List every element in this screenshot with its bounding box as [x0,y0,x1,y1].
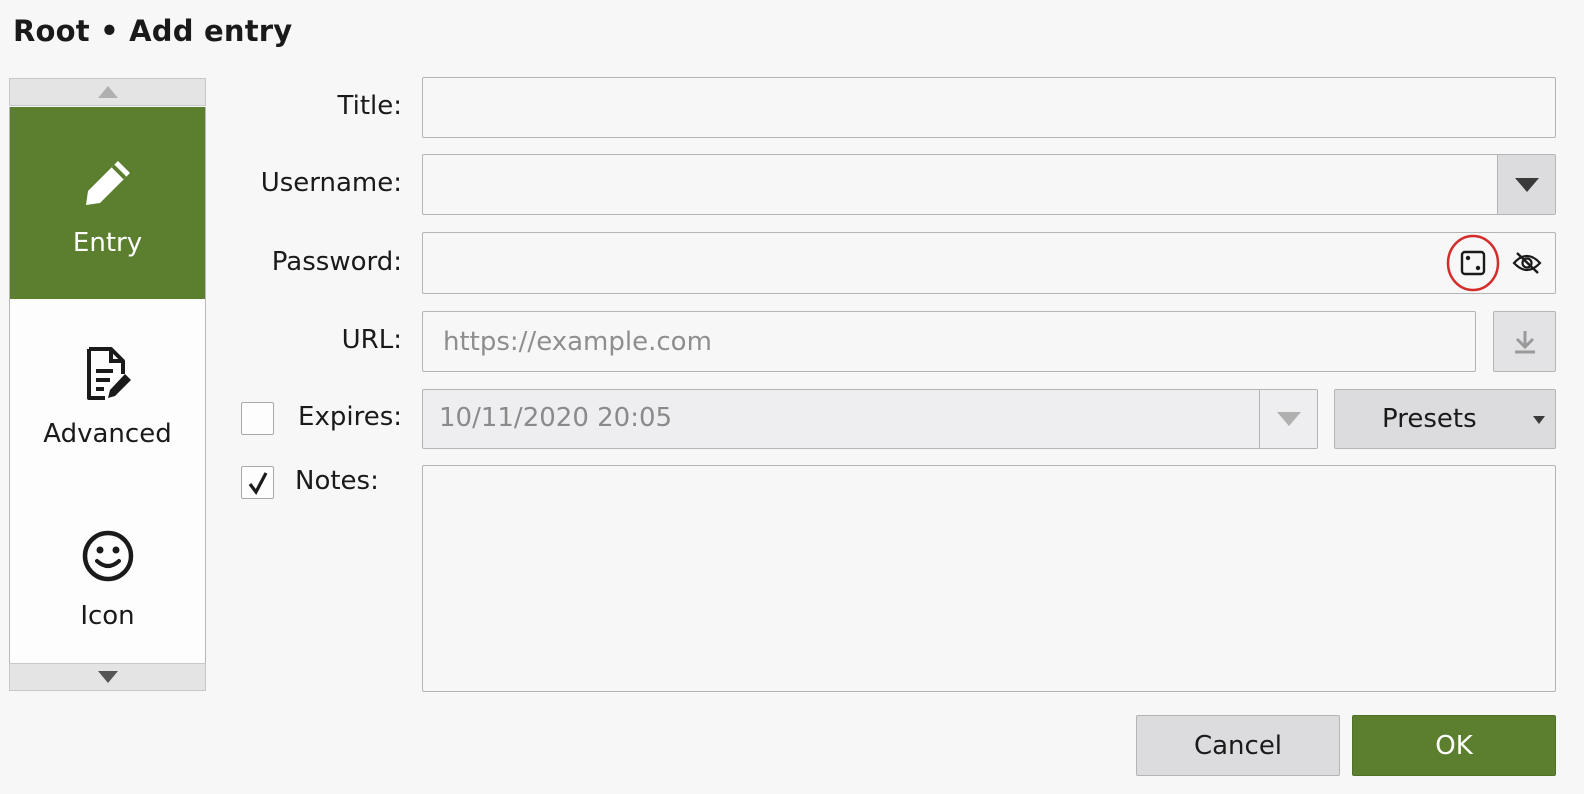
notes-label: Notes: [295,466,379,496]
title-label: Title: [337,91,402,121]
sidebar-item-entry[interactable]: Entry [10,107,205,299]
eye-slash-icon [1512,252,1542,274]
expires-label: Expires: [298,402,402,432]
title-field[interactable] [422,77,1556,138]
ok-button[interactable]: OK [1352,715,1556,776]
username-label: Username: [260,168,402,198]
sidebar-scroll-up-button[interactable] [9,78,206,106]
checkmark-icon [248,471,267,495]
expires-datetime-field[interactable]: 10/11/2020 20:05 [422,389,1318,449]
notes-field[interactable] [422,465,1556,692]
presets-label: Presets [1382,404,1477,434]
expires-checkbox[interactable] [241,402,274,435]
notes-textarea[interactable] [423,466,1555,691]
username-dropdown-button[interactable] [1497,155,1555,214]
download-icon [1514,330,1535,353]
pencil-icon [82,148,134,218]
url-input[interactable] [423,312,1475,371]
sidebar-item-advanced[interactable]: Advanced [10,299,205,489]
expires-dropdown-button[interactable] [1259,390,1317,448]
sidebar-scroll-down-button[interactable] [9,663,206,691]
expires-datetime-value: 10/11/2020 20:05 [439,403,673,433]
dice-icon [1446,234,1500,292]
password-label: Password: [271,247,402,277]
chevron-down-icon [1514,177,1539,192]
dialog-title: Root • Add entry [13,14,293,48]
username-input[interactable] [423,155,1493,214]
password-field[interactable] [422,232,1556,294]
url-label: URL: [341,325,402,355]
password-input[interactable] [423,233,1423,293]
username-combobox[interactable] [422,154,1556,215]
sidebar: Entry Advanced Icon [9,107,206,663]
sidebar-item-icon[interactable]: Icon [10,489,205,663]
arrow-up-icon [97,86,118,98]
title-input[interactable] [423,78,1555,137]
smiley-icon [81,521,135,591]
generate-password-button[interactable] [1446,234,1500,292]
toggle-password-visibility-button[interactable] [1503,234,1551,292]
url-field[interactable] [422,311,1476,372]
cancel-label: Cancel [1193,730,1283,761]
chevron-down-icon [1276,412,1301,426]
chevron-down-icon [1533,416,1545,424]
arrow-down-icon [97,671,118,683]
sidebar-item-label: Icon [80,601,135,631]
download-favicon-button[interactable] [1493,311,1556,372]
cancel-button[interactable]: Cancel [1136,715,1340,776]
sidebar-item-label: Advanced [43,419,172,449]
presets-button[interactable]: Presets [1334,389,1556,449]
notes-checkbox[interactable] [241,466,274,499]
sidebar-item-label: Entry [72,228,143,258]
ok-label: OK [1435,730,1473,761]
document-edit-icon [83,339,133,409]
